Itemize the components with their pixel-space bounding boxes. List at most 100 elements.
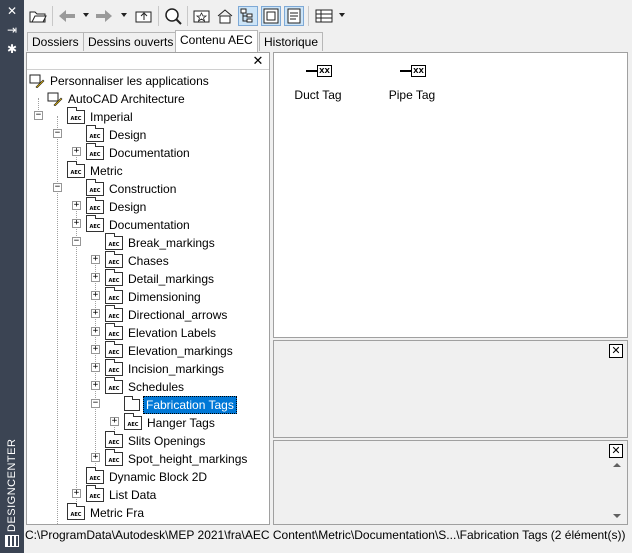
tag-glyph-text: XX	[411, 65, 426, 77]
up-icon[interactable]	[134, 6, 154, 26]
tree-label: Break_markings	[128, 236, 215, 250]
search-icon[interactable]	[163, 6, 183, 26]
back-dropdown-icon[interactable]	[83, 13, 89, 17]
tree-node-incision-markings[interactable]: AEC Incision_markings	[105, 359, 226, 378]
tree-node-metric[interactable]: AEC Metric	[67, 161, 125, 180]
aec-folder-icon: AEC	[86, 179, 104, 196]
tree-header: ✕	[27, 53, 269, 70]
tree-label: Metric	[90, 164, 123, 178]
tree-node-construction[interactable]: AEC Construction	[86, 179, 178, 198]
expand-icon[interactable]: +	[91, 273, 100, 282]
views-dropdown-icon[interactable]	[339, 13, 345, 17]
load-icon[interactable]	[28, 6, 48, 26]
tree-node-schedules[interactable]: AEC Schedules	[105, 377, 186, 396]
favorites-icon[interactable]	[192, 6, 212, 26]
tree-view-toggle-icon[interactable]	[238, 6, 258, 26]
tree-node-hanger-tags[interactable]: AEC Hanger Tags	[124, 413, 217, 432]
expand-icon[interactable]: +	[91, 309, 100, 318]
expand-icon[interactable]: +	[72, 147, 81, 156]
tree-node-elevation-markings[interactable]: AEC Elevation_markings	[105, 341, 235, 360]
close-description-icon[interactable]: ✕	[609, 444, 623, 458]
aec-folder-icon: AEC	[105, 341, 123, 358]
description-icon[interactable]	[284, 6, 304, 26]
close-preview-icon[interactable]: ✕	[609, 344, 623, 358]
tree-node-dynamic-block-2d[interactable]: AEC Dynamic Block 2D	[86, 467, 209, 486]
tree-node-imperial-documentation[interactable]: AEC Documentation	[86, 143, 192, 162]
expand-icon[interactable]: +	[91, 453, 100, 462]
content-item-duct-tag[interactable]: XX Duct Tag	[278, 61, 358, 102]
tree-node-chases[interactable]: AEC Chases	[105, 251, 171, 270]
expand-icon[interactable]: +	[91, 291, 100, 300]
folder-icon	[124, 396, 140, 411]
home-icon[interactable]	[215, 6, 235, 26]
content-item-pipe-tag[interactable]: XX Pipe Tag	[372, 61, 452, 102]
properties-icon[interactable]: ✱	[5, 42, 19, 56]
expand-icon[interactable]: +	[91, 363, 100, 372]
tab-aec-content[interactable]: Contenu AEC	[175, 30, 258, 52]
tab-open-drawings[interactable]: Dessins ouverts	[83, 32, 179, 51]
tree-node-metric-documentation[interactable]: AEC Documentation	[86, 215, 192, 234]
collapse-icon[interactable]: −	[91, 399, 100, 408]
tree-node-imperial-design[interactable]: AEC Design	[86, 125, 148, 144]
expand-icon[interactable]: +	[72, 489, 81, 498]
tree-node-slits-openings[interactable]: AEC Slits Openings	[105, 431, 207, 450]
expand-icon[interactable]: +	[91, 255, 100, 264]
tree-node-imperial[interactable]: AEC Imperial	[67, 107, 135, 126]
collapse-icon[interactable]: −	[53, 183, 62, 192]
aec-folder-icon: AEC	[105, 233, 123, 250]
forward-dropdown-icon[interactable]	[121, 13, 127, 17]
back-icon[interactable]	[57, 6, 77, 26]
collapse-icon[interactable]: −	[34, 111, 43, 120]
tree-node-detail-markings[interactable]: AEC Detail_markings	[105, 269, 216, 288]
aec-folder-icon: AEC	[86, 125, 104, 142]
toolbar-separator	[158, 6, 159, 26]
aec-folder-icon: AEC	[105, 251, 123, 268]
tab-history[interactable]: Historique	[259, 32, 324, 51]
expand-icon[interactable]: +	[110, 417, 119, 426]
tree-label: Metric Fra	[90, 506, 144, 520]
tag-glyph-text: XX	[317, 65, 332, 77]
scroll-down-icon[interactable]	[613, 514, 621, 518]
tree-node-metric-design[interactable]: AEC Design	[86, 197, 148, 216]
tree-node-break-markings[interactable]: AEC Break_markings	[105, 233, 217, 252]
tree-node-list-data[interactable]: AEC List Data	[86, 485, 158, 504]
close-icon[interactable]: ✕	[5, 4, 19, 18]
tab-folders[interactable]: Dossiers	[27, 32, 84, 51]
collapse-icon[interactable]: −	[53, 129, 62, 138]
tree-label: Construction	[109, 182, 177, 196]
preview-icon[interactable]	[261, 6, 281, 26]
tab-strip: Dossiers Dessins ouverts Contenu AEC His…	[24, 30, 632, 52]
tag-thumbnail-icon: XX	[278, 61, 358, 79]
aec-folder-icon: AEC	[86, 197, 104, 214]
collapse-icon[interactable]: −	[72, 237, 81, 246]
expand-icon[interactable]: +	[91, 345, 100, 354]
expand-icon[interactable]: +	[91, 327, 100, 336]
tree-node-fabrication-tags[interactable]: Fabrication Tags	[124, 396, 237, 414]
tree-node-directional-arrows[interactable]: AEC Directional_arrows	[105, 305, 229, 324]
tree-node-spot-height-markings[interactable]: AEC Spot_height_markings	[105, 449, 249, 468]
expand-icon[interactable]: +	[72, 201, 81, 210]
tree-node-customize-applications[interactable]: Personnaliser les applications	[29, 72, 211, 90]
tree-node-elevation-labels[interactable]: AEC Elevation Labels	[105, 323, 218, 342]
views-icon[interactable]	[314, 6, 334, 26]
content-item-label: Duct Tag	[294, 88, 342, 102]
expand-icon[interactable]: +	[91, 381, 100, 390]
aec-folder-icon: AEC	[86, 215, 104, 232]
tree-node-autocad-architecture[interactable]: AutoCAD Architecture	[47, 90, 187, 108]
tree-label: List Data	[109, 488, 157, 502]
scroll-up-icon[interactable]	[613, 463, 621, 467]
expand-icon[interactable]: +	[72, 219, 81, 228]
aec-folder-icon: AEC	[105, 431, 123, 448]
tree-label: Design	[109, 128, 147, 142]
tag-thumbnail-icon: XX	[372, 61, 452, 79]
tree-label: Directional_arrows	[128, 308, 228, 322]
tree-label: Chases	[128, 254, 169, 268]
autohide-icon[interactable]: ⇥	[5, 23, 19, 37]
forward-icon[interactable]	[94, 6, 114, 26]
status-bar: C:\ProgramData\Autodesk\MEP 2021\fra\AEC…	[25, 528, 626, 542]
designcenter-icon	[5, 535, 19, 547]
tree-node-metric-fra[interactable]: AEC Metric Fra	[67, 503, 146, 522]
aec-folder-icon: AEC	[67, 161, 85, 178]
close-tree-icon[interactable]: ✕	[251, 55, 265, 69]
tree-node-dimensioning[interactable]: AEC Dimensioning	[105, 287, 203, 306]
